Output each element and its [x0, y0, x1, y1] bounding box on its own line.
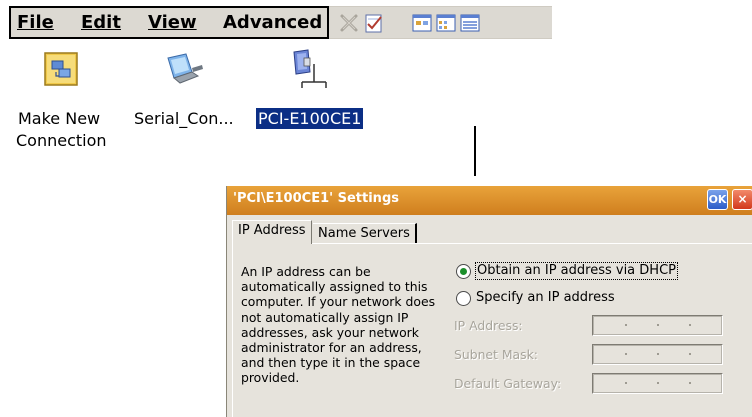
- ip-separator: [625, 353, 627, 355]
- ip-separator: [689, 382, 691, 384]
- ok-button[interactable]: OK: [707, 189, 728, 210]
- dhcp-radio-label: Obtain an IP address via DHCP: [475, 262, 678, 280]
- ip-separator: [657, 353, 659, 355]
- desktop-item-label: Connection: [16, 131, 107, 150]
- desktop-item-label: Serial_Con...: [134, 109, 234, 128]
- dhcp-radio[interactable]: [456, 264, 471, 279]
- tab-name-servers[interactable]: Name Servers: [313, 223, 417, 243]
- desktop-item-label: Make New: [18, 109, 101, 128]
- specify-ip-radio[interactable]: [456, 291, 471, 306]
- ip-address-input[interactable]: [592, 315, 723, 336]
- dialog-title: 'PCI\E100CE1' Settings: [233, 191, 399, 206]
- delete-icon[interactable]: [339, 13, 359, 33]
- tab-ip-address[interactable]: IP Address: [232, 220, 312, 244]
- small-icons-view-icon[interactable]: [436, 13, 456, 33]
- make-new-connection-icon[interactable]: [44, 52, 78, 86]
- ip-separator: [689, 353, 691, 355]
- properties-icon[interactable]: [364, 13, 384, 33]
- ip-address-label: IP Address:: [454, 318, 523, 333]
- ip-separator: [657, 382, 659, 384]
- radio-selected-dot: [460, 268, 467, 275]
- ip-separator: [625, 324, 627, 326]
- menu-bar: File Edit View Advanced: [9, 6, 329, 39]
- toolbar: [329, 6, 552, 39]
- menu-edit[interactable]: Edit: [81, 11, 121, 35]
- subnet-mask-input[interactable]: [592, 344, 723, 365]
- menu-file[interactable]: File: [17, 11, 54, 35]
- desktop-item-label-selected[interactable]: PCI-E100CE1: [254, 107, 365, 130]
- details-view-icon[interactable]: [460, 13, 480, 33]
- large-icons-view-icon[interactable]: [412, 13, 432, 33]
- settings-dialog: 'PCI\E100CE1' Settings OK × IP Address N…: [226, 186, 752, 417]
- default-gateway-label: Default Gateway:: [454, 376, 562, 391]
- menu-advanced[interactable]: Advanced: [223, 11, 322, 35]
- ip-address-panel: An IP address can be automatically assig…: [232, 243, 752, 417]
- specify-ip-radio-label: Specify an IP address: [476, 290, 615, 305]
- specify-ip-option[interactable]: Specify an IP address: [456, 290, 706, 309]
- ip-separator: [657, 324, 659, 326]
- subnet-mask-label: Subnet Mask:: [454, 347, 538, 362]
- dhcp-option[interactable]: Obtain an IP address via DHCP: [456, 262, 706, 282]
- ip-description: An IP address can be automatically assig…: [241, 264, 436, 386]
- network-adapter-icon[interactable]: [288, 48, 327, 88]
- ip-separator: [689, 324, 691, 326]
- dialog-titlebar[interactable]: 'PCI\E100CE1' Settings OK ×: [227, 186, 752, 215]
- default-gateway-input[interactable]: [592, 373, 723, 394]
- ip-separator: [625, 382, 627, 384]
- cursor-line: [474, 126, 476, 176]
- ip-fields: IP Address: Subnet Mask: Default Gateway…: [454, 314, 734, 414]
- menu-view[interactable]: View: [148, 11, 197, 35]
- close-button[interactable]: ×: [732, 189, 752, 210]
- serial-connection-icon[interactable]: [164, 52, 203, 86]
